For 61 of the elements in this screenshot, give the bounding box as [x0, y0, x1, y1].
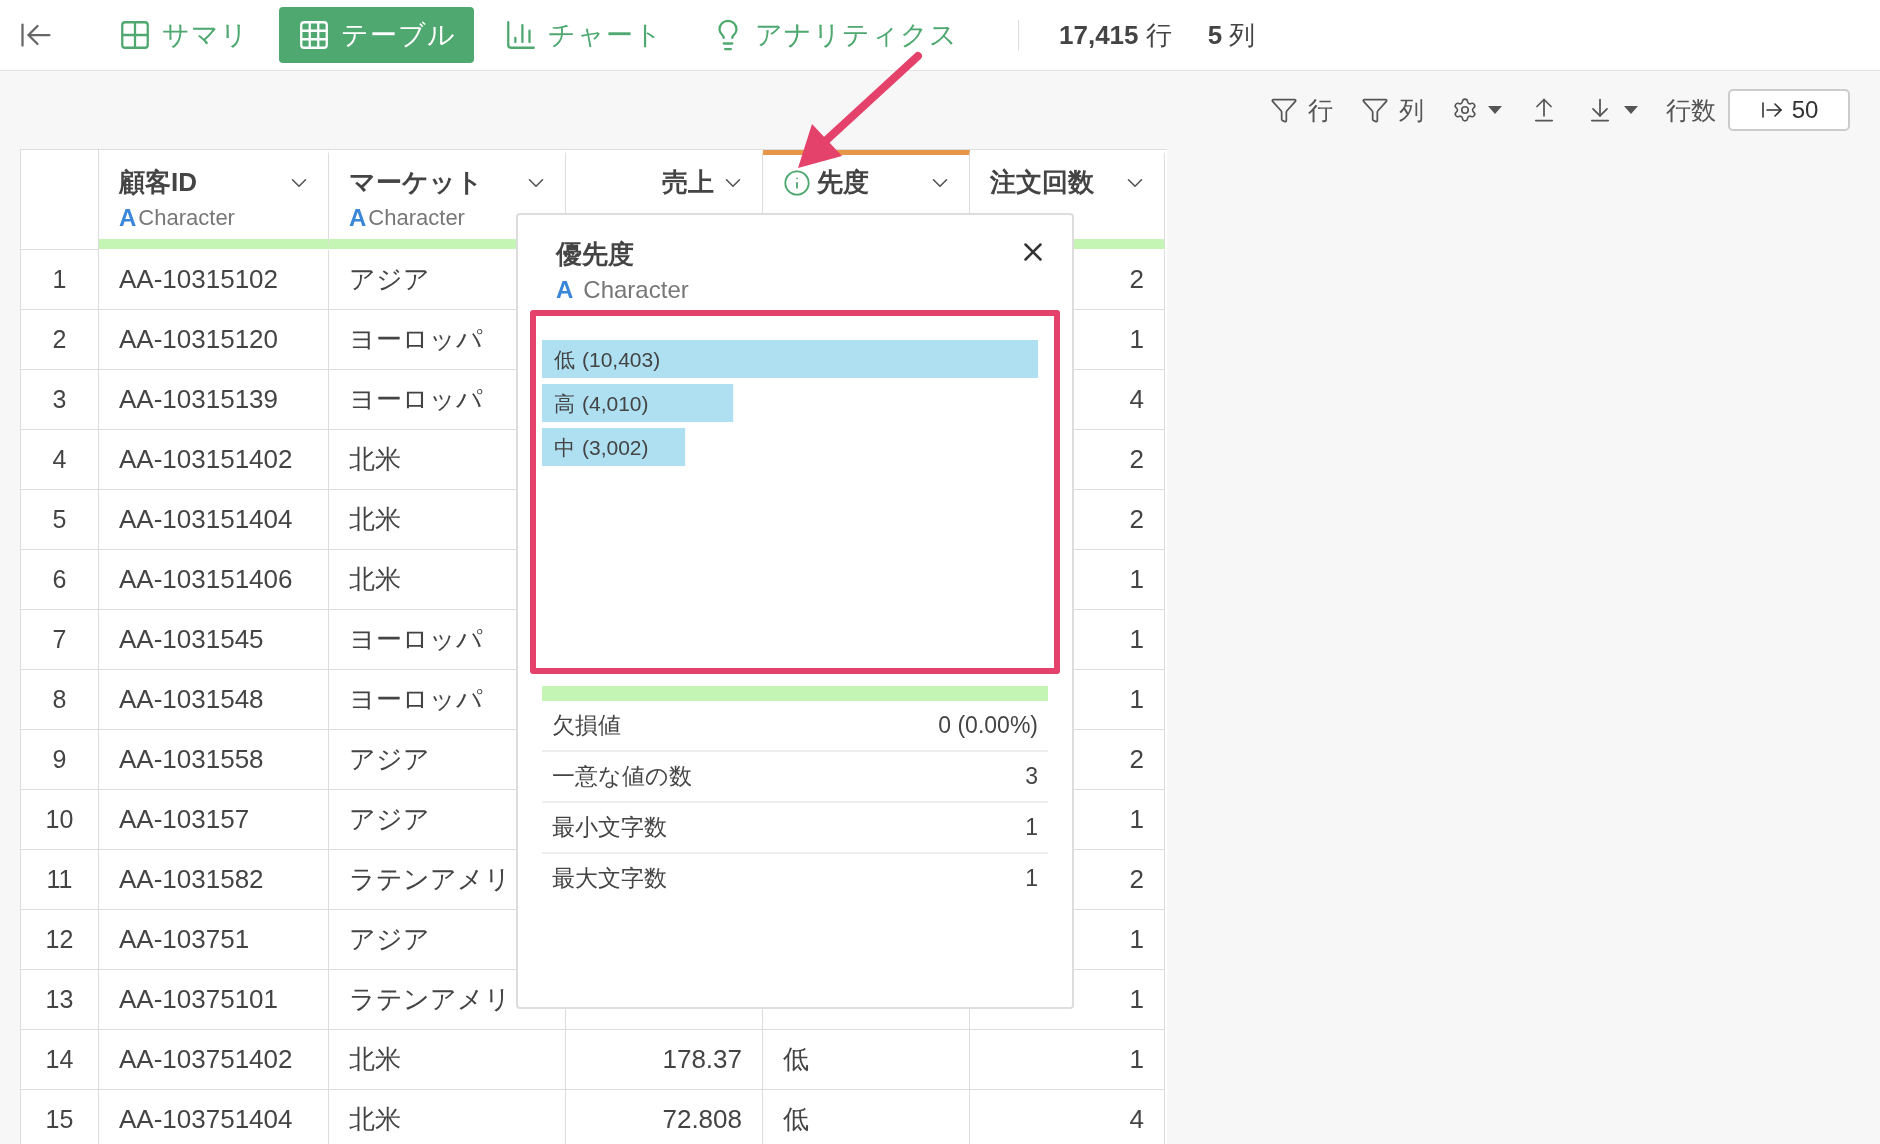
table-cell: AA-103157 [99, 790, 329, 850]
table-cell: 北米 [329, 1090, 566, 1144]
table-cell: AA-1031548 [99, 670, 329, 730]
column-filter-button[interactable]: 列 [1361, 93, 1424, 127]
row-number: 9 [21, 730, 99, 790]
table-cell: 178.37 [566, 1030, 763, 1090]
table-cell: AA-10315102 [99, 250, 329, 310]
row-number: 8 [21, 670, 99, 730]
value-label: (10,403) [582, 348, 661, 371]
settings-button[interactable] [1452, 97, 1502, 123]
row-number: 1 [21, 250, 99, 310]
table-cell: AA-1031545 [99, 610, 329, 670]
count-text: 17,415 行 [1059, 18, 1172, 52]
table-cell: AA-103751404 [99, 1090, 329, 1144]
row-number: 11 [21, 850, 99, 910]
row-number: 7 [21, 610, 99, 670]
row-number: 3 [21, 370, 99, 430]
row-number: 5 [21, 490, 99, 550]
table-cell: AA-1031582 [99, 850, 329, 910]
table-cell: AA-103151402 [99, 430, 329, 490]
table-icon [297, 18, 331, 52]
bar-chart-icon [504, 18, 538, 52]
table-cell: AA-103151406 [99, 550, 329, 610]
value-label: (3,002) [582, 436, 649, 459]
row-number: 2 [21, 310, 99, 370]
table-cell: AA-103751402 [99, 1030, 329, 1090]
table-cell: 72.808 [566, 1090, 763, 1144]
table-cell: 北米 [329, 1030, 566, 1090]
stat-value: 1 [1025, 865, 1038, 892]
table-cell: 1 [970, 1030, 1165, 1090]
row-filter-button[interactable]: 行 [1270, 93, 1333, 127]
row-count-field[interactable]: 50 [1728, 89, 1850, 131]
table-cell: 低 [763, 1030, 970, 1090]
row-number: 12 [21, 910, 99, 970]
row-number: 6 [21, 550, 99, 610]
table-cell: AA-10315120 [99, 310, 329, 370]
row-number: 4 [21, 430, 99, 490]
stat-value: 1 [1025, 814, 1038, 841]
row-count-label: 行数 [1666, 94, 1716, 126]
row-number: 14 [21, 1030, 99, 1090]
row-number: 10 [21, 790, 99, 850]
table-cell: AA-103751 [99, 910, 329, 970]
value-label: (4,010) [582, 392, 649, 415]
row-number: 15 [21, 1090, 99, 1144]
row-number: 13 [21, 970, 99, 1030]
filter-icon [1270, 96, 1298, 124]
settings-icon [1452, 97, 1478, 123]
count-text: 5 列 [1207, 18, 1256, 52]
table-cell: 4 [970, 1090, 1165, 1144]
filter-icon [1361, 96, 1389, 124]
type-label: Character [583, 276, 689, 304]
grid-icon [118, 18, 152, 52]
table-cell: AA-10375101 [99, 970, 329, 1030]
stat-value: 3 [1025, 763, 1038, 790]
column-header[interactable]: 顧客ID ACharacter [99, 150, 329, 249]
table-cell: AA-1031558 [99, 730, 329, 790]
table-cell: AA-103151404 [99, 490, 329, 550]
caret-icon [1624, 106, 1638, 114]
table-cell: AA-10315139 [99, 370, 329, 430]
table-cell: 低 [763, 1090, 970, 1144]
caret-icon [1488, 106, 1502, 114]
